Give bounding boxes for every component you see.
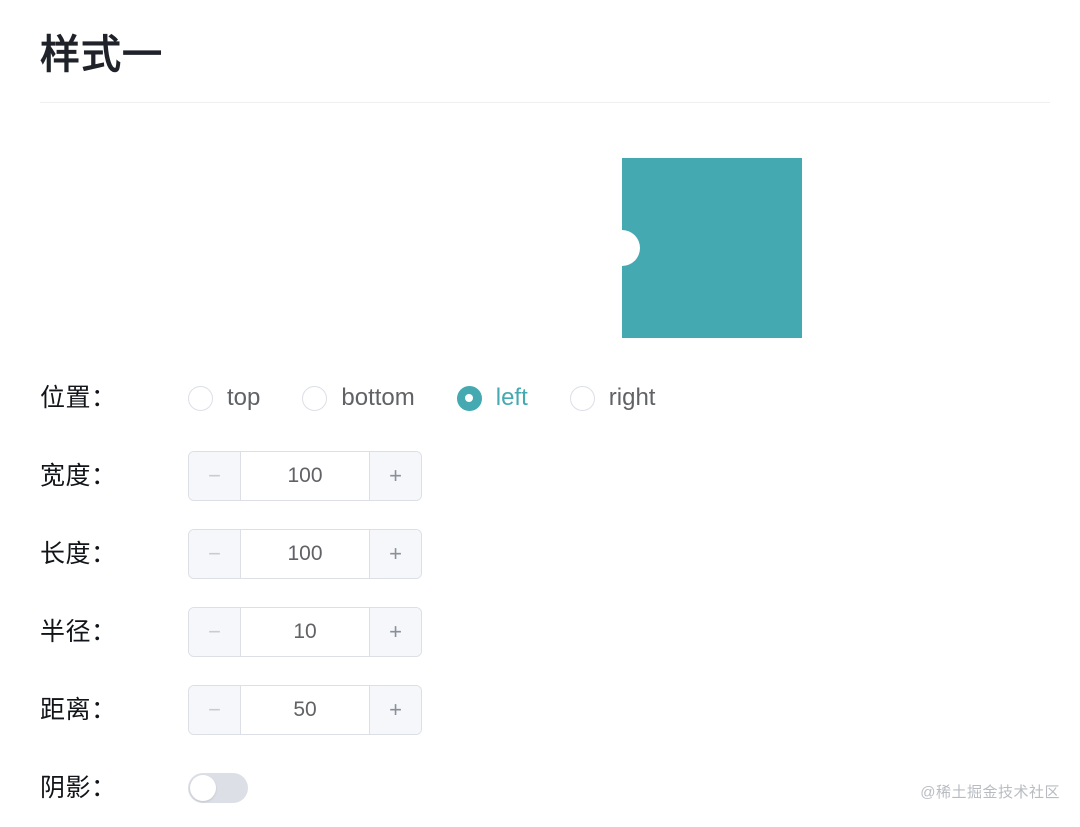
shape-preview-area [0, 103, 1080, 359]
length-increment-button[interactable]: + [369, 530, 421, 578]
radio-circle-checked-icon [456, 385, 482, 411]
distance-label: 距离： [40, 696, 117, 724]
watermark: @稀土掘金技术社区 [920, 784, 1060, 801]
radio-circle-icon [569, 385, 595, 411]
radius-label: 半径： [40, 618, 117, 646]
radio-label-bottom: bottom [341, 384, 415, 411]
shadow-toggle-switch[interactable] [188, 773, 248, 803]
radio-label-right: right [608, 384, 656, 411]
distance-input[interactable]: 50 [241, 686, 369, 734]
radius-input[interactable]: 10 [241, 608, 369, 656]
length-input[interactable]: 100 [241, 530, 369, 578]
radio-circle-icon [302, 385, 328, 411]
width-stepper[interactable]: − 100 + [188, 451, 422, 501]
distance-decrement-button[interactable]: − [189, 686, 241, 734]
width-decrement-button[interactable]: − [189, 452, 241, 500]
radio-circle-icon [188, 385, 213, 411]
radius-stepper[interactable]: − 10 + [188, 607, 422, 657]
width-increment-button[interactable]: + [369, 452, 421, 500]
width-input[interactable]: 100 [241, 452, 369, 500]
radio-option-top[interactable]: top [188, 383, 260, 413]
width-label: 宽度： [40, 462, 117, 490]
control-row-radius: 半径： − 10 + [40, 593, 1080, 671]
page-header: 样式一 [0, 0, 1080, 103]
toggle-knob [190, 775, 216, 801]
distance-stepper[interactable]: − 50 + [188, 685, 422, 735]
control-row-position: 位置： top bottom left right [40, 359, 1080, 437]
length-decrement-button[interactable]: − [189, 530, 241, 578]
page-title: 样式一 [40, 33, 163, 77]
radius-increment-button[interactable]: + [369, 608, 421, 656]
shadow-label: 阴影： [40, 774, 117, 802]
radius-decrement-button[interactable]: − [189, 608, 241, 656]
position-radio-group[interactable]: top bottom left right [188, 383, 655, 413]
length-stepper[interactable]: − 100 + [188, 529, 422, 579]
preview-shape [622, 158, 802, 338]
controls-panel: 位置： top bottom left right 宽度： − 100 + 长度… [0, 359, 1080, 827]
distance-increment-button[interactable]: + [369, 686, 421, 734]
radio-option-left[interactable]: left [456, 383, 528, 413]
length-label: 长度： [40, 540, 117, 568]
control-row-length: 长度： − 100 + [40, 515, 1080, 593]
radio-label-left: left [495, 384, 528, 411]
position-label: 位置： [40, 384, 117, 412]
control-row-width: 宽度： − 100 + [40, 437, 1080, 515]
notched-square-icon [622, 158, 802, 338]
radio-option-bottom[interactable]: bottom [302, 383, 415, 413]
radio-label-top: top [227, 384, 261, 411]
radio-option-right[interactable]: right [569, 383, 656, 413]
control-row-distance: 距离： − 50 + [40, 671, 1080, 749]
